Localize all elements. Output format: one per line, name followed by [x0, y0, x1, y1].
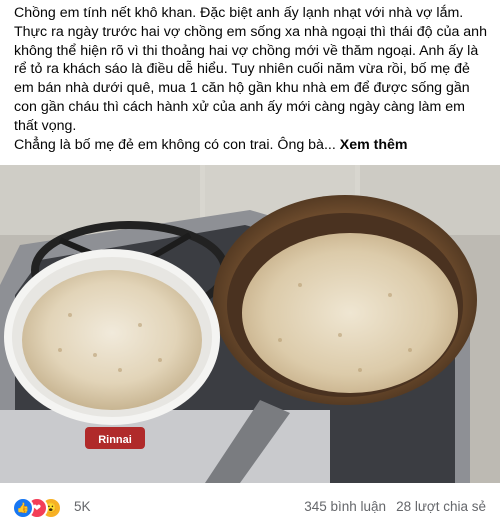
post-text: Chồng em tính nết khô khan. Đặc biệt anh… — [14, 4, 490, 154]
post-paragraph-2: Chẳng là bố mẹ đẻ em không có con trai. … — [14, 136, 490, 155]
comments-count-link[interactable]: 345 bình luận — [304, 499, 386, 514]
post-stats: 345 bình luận 28 lượt chia sẻ — [304, 499, 486, 514]
like-icon: 👍 — [12, 497, 34, 519]
stove-brand-label: Rinnai — [98, 434, 132, 446]
see-more-link[interactable]: Xem thêm — [340, 137, 408, 153]
post-footer: 👍 ❤ 😮 5K 345 bình luận 28 lượt chia sẻ — [0, 488, 500, 526]
post-paragraph-2-text: Chẳng là bố mẹ đẻ em không có con trai. … — [14, 136, 336, 153]
shares-count-link[interactable]: 28 lượt chia sẻ — [396, 499, 486, 514]
reaction-count: 5K — [74, 499, 91, 514]
post-paragraph-1: Chồng em tính nết khô khan. Đặc biệt anh… — [14, 5, 487, 134]
post-photo[interactable]: Rinnai — [0, 165, 500, 483]
photo-illustration: Rinnai — [0, 165, 500, 483]
